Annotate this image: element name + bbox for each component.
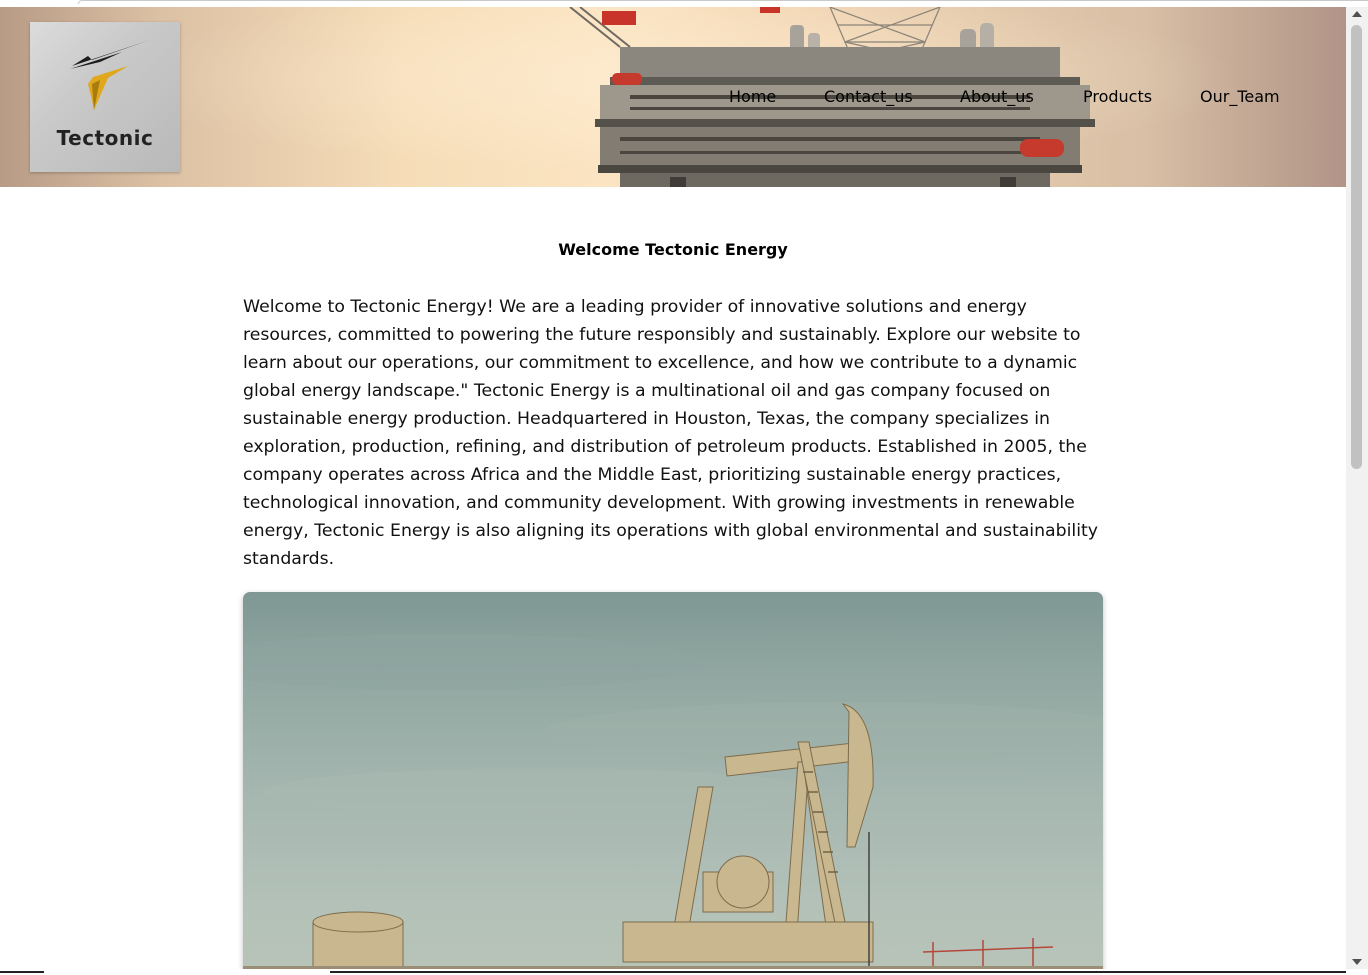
nav-about-us[interactable]: About_us (960, 87, 1034, 106)
nav-contact-us[interactable]: Contact_us (824, 87, 913, 106)
vertical-scrollbar[interactable] (1346, 7, 1368, 969)
taskbar-edge (0, 969, 1368, 975)
pumpjack-photo-drawing (243, 634, 1103, 969)
intro-paragraph: Welcome to Tectonic Energy! We are a lea… (243, 297, 1099, 569)
scroll-down-arrow-icon[interactable] (1352, 959, 1362, 965)
browser-frame-edge (0, 0, 1368, 7)
page-viewport: Tectonic Home Contact_us About_us Produc… (0, 7, 1346, 969)
nav-products[interactable]: Products (1083, 87, 1152, 106)
logo-text: Tectonic (56, 126, 154, 150)
page-title: Welcome Tectonic Energy (558, 240, 788, 259)
tectonic-logo[interactable]: Tectonic (30, 22, 180, 172)
scroll-up-arrow-icon[interactable] (1352, 11, 1362, 17)
scrollbar-thumb[interactable] (1351, 25, 1362, 469)
site-header: Tectonic Home Contact_us About_us Produc… (0, 7, 1346, 187)
pumpjack-image (243, 592, 1103, 969)
nav-home[interactable]: Home (729, 87, 776, 106)
nav-our-team[interactable]: Our_Team (1200, 87, 1280, 106)
